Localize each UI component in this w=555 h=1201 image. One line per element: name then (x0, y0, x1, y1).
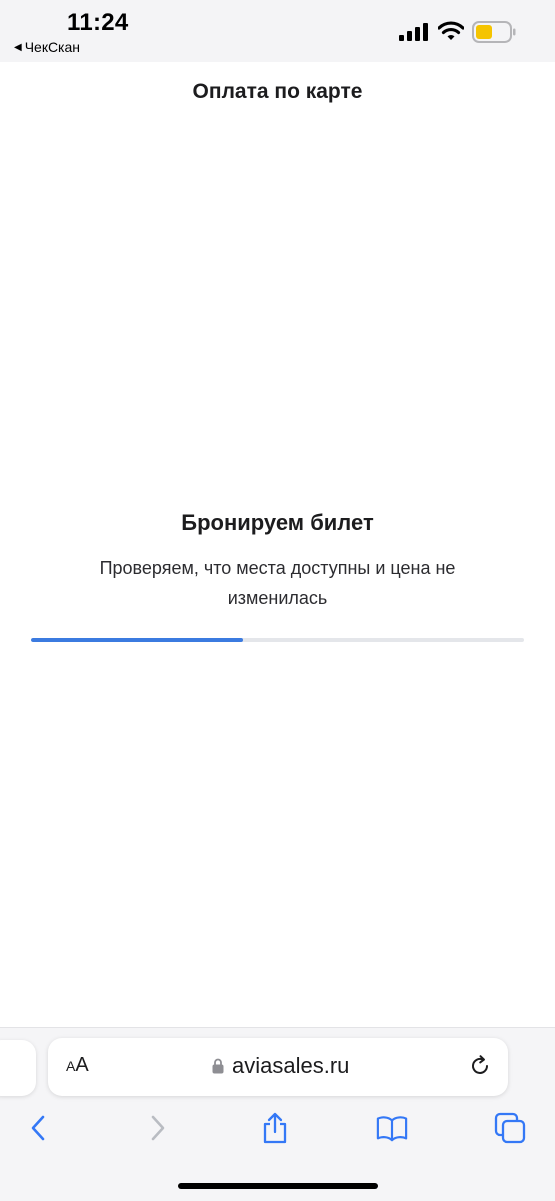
back-icon (31, 1115, 45, 1141)
text-size-button[interactable]: AA (66, 1054, 89, 1077)
wifi-icon (438, 21, 464, 40)
tabs-button[interactable] (494, 1112, 526, 1144)
home-indicator (178, 1183, 378, 1189)
url-text[interactable]: aviasales.ru (232, 1053, 349, 1079)
lock-icon (212, 1058, 224, 1074)
battery-icon (472, 21, 516, 43)
share-button[interactable] (259, 1112, 291, 1144)
page-title: Оплата по карте (192, 80, 363, 103)
back-app-label: ЧекСкан (24, 39, 81, 55)
status-time: 11:24 (67, 9, 129, 36)
forward-icon (151, 1115, 165, 1141)
bookmarks-icon (376, 1116, 408, 1142)
bookmarks-button[interactable] (376, 1112, 408, 1144)
share-icon (263, 1112, 287, 1144)
back-triangle-icon: ◀ (14, 41, 22, 53)
back-to-app-button[interactable]: ◀ ЧекСкан (14, 39, 80, 55)
browser-back-button[interactable] (22, 1112, 54, 1144)
cellular-signal-icon (399, 23, 428, 41)
browser-forward-button[interactable] (142, 1112, 174, 1144)
booking-status-subtitle: Проверяем, что места доступны и цена не … (99, 558, 456, 608)
booking-progress-bar (31, 638, 524, 642)
tabs-icon (494, 1112, 526, 1144)
booking-progress-fill (31, 638, 243, 642)
booking-status-title: Бронируем билет (181, 510, 374, 535)
reload-icon[interactable] (468, 1054, 492, 1078)
previous-tab-preview[interactable] (0, 1040, 36, 1096)
